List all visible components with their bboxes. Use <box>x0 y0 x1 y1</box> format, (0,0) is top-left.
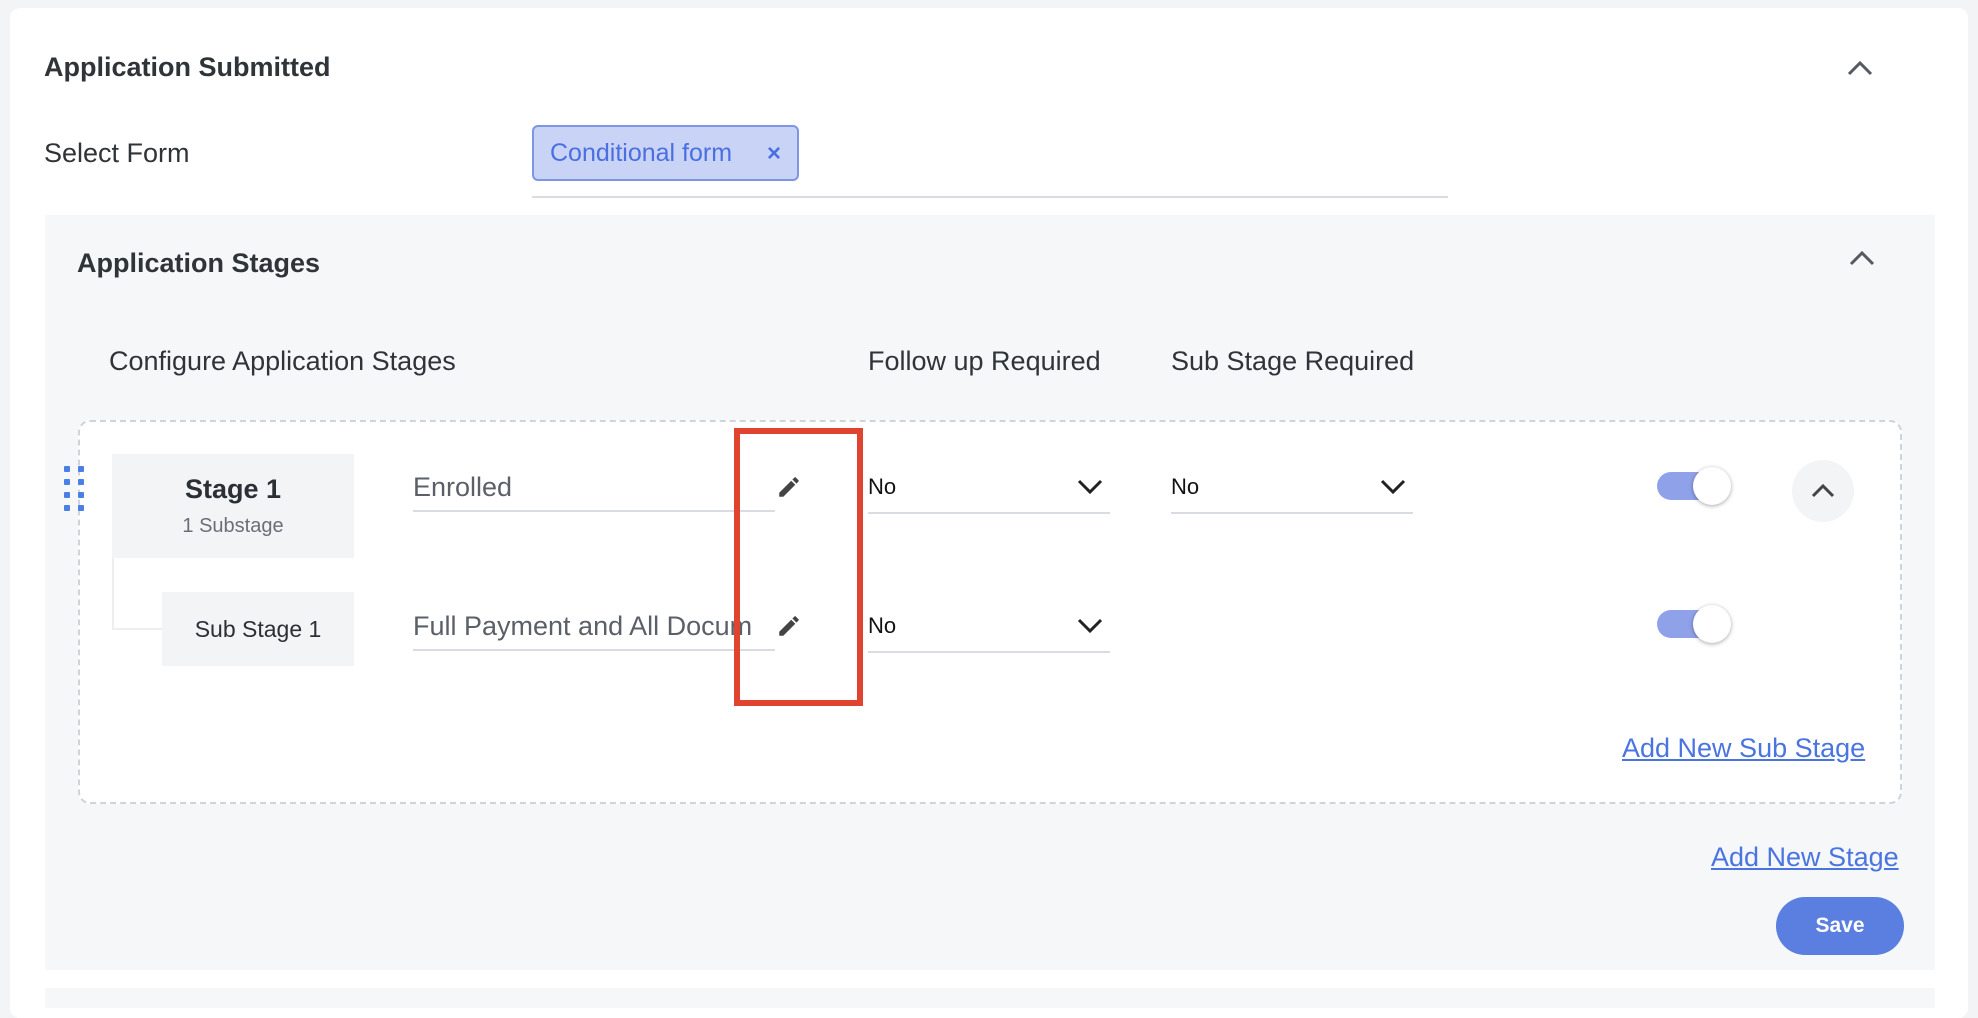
chip-label: Conditional form <box>550 138 733 167</box>
chevron-up-icon <box>1847 60 1873 76</box>
save-button[interactable]: Save <box>1776 897 1904 955</box>
collapse-section-button[interactable] <box>1840 48 1880 88</box>
sub-stage-badge: Sub Stage 1 <box>162 592 354 666</box>
stage-follow-up-value: No <box>868 474 897 499</box>
substage-count: 1 Substage <box>182 515 284 537</box>
column-follow-up: Follow up Required <box>868 346 1101 376</box>
column-configure-stages: Configure Application Stages <box>109 346 456 376</box>
next-panel-edge <box>45 988 1935 1008</box>
add-new-sub-stage-link[interactable]: Add New Sub Stage <box>1622 733 1865 764</box>
collapse-stages-button[interactable] <box>1842 238 1882 278</box>
stage-sub-stage-value: No <box>1171 474 1200 499</box>
stage-enabled-toggle[interactable] <box>1657 467 1731 505</box>
chevron-down-icon <box>1380 479 1406 495</box>
stage-badge: Stage 1 1 Substage <box>112 454 354 558</box>
selected-form-chip[interactable]: Conditional form × <box>532 125 799 181</box>
chevron-down-icon <box>1077 618 1103 634</box>
stage-name: Stage 1 <box>184 474 282 504</box>
select-form-field[interactable] <box>532 196 1448 198</box>
column-sub-stage: Sub Stage Required <box>1171 346 1415 376</box>
stage-name-field[interactable]: Enrolled <box>413 464 775 512</box>
drag-handle-icon[interactable] <box>64 466 86 514</box>
chevron-down-icon <box>1077 479 1103 495</box>
substage-connector <box>112 558 162 630</box>
collapse-stage-button[interactable] <box>1792 460 1854 522</box>
add-new-stage-link[interactable]: Add New Stage <box>1711 842 1899 873</box>
section-title: Application Submitted <box>44 52 331 82</box>
highlight-box <box>734 428 863 706</box>
stages-title: Application Stages <box>77 248 321 278</box>
sub-stage-follow-up-value: No <box>868 613 897 638</box>
sub-stage-enabled-toggle[interactable] <box>1657 605 1731 643</box>
stage-sub-stage-select[interactable]: No <box>1171 462 1413 514</box>
chevron-up-icon <box>1811 483 1835 498</box>
chevron-up-icon <box>1849 250 1875 266</box>
select-form-label: Select Form <box>44 138 190 168</box>
stage-follow-up-select[interactable]: No <box>868 462 1110 514</box>
sub-stage-follow-up-select[interactable]: No <box>868 601 1110 653</box>
close-icon[interactable]: × <box>767 140 781 168</box>
sub-stage-name-field[interactable]: Full Payment and All Docum <box>413 603 775 651</box>
